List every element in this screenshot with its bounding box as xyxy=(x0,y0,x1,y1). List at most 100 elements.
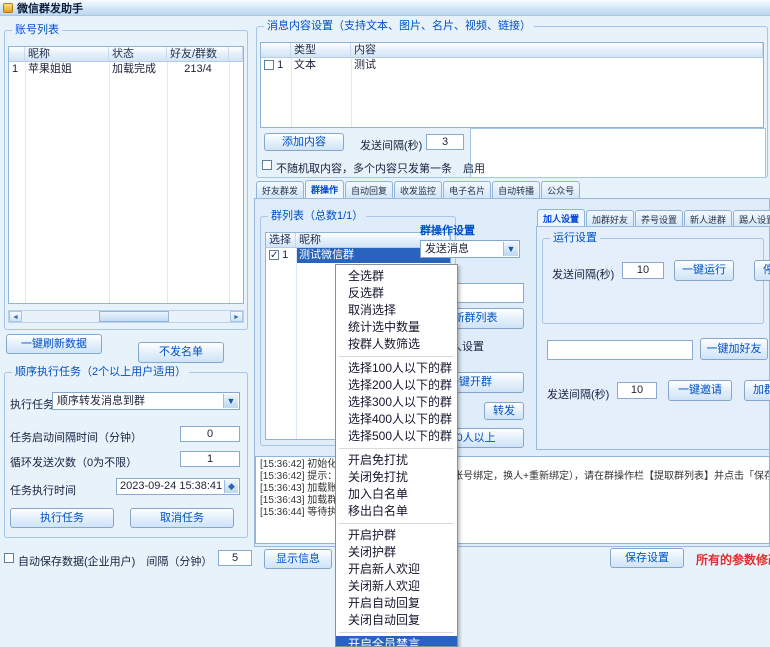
menu-item[interactable]: 选择200人以下的群 xyxy=(336,377,457,394)
menu-item[interactable]: 关闭自动回复 xyxy=(336,612,457,629)
chevron-down-icon[interactable]: ▼ xyxy=(503,242,518,256)
menu-item[interactable]: 关闭护群 xyxy=(336,544,457,561)
content-preview-box[interactable] xyxy=(470,128,766,178)
message-row[interactable]: 1 文本 测试 xyxy=(261,58,763,73)
accounts-hscrollbar[interactable]: ◄ ► xyxy=(8,310,244,323)
main-tab[interactable]: 自动回复 xyxy=(345,181,393,199)
menu-item[interactable]: 关闭免打扰 xyxy=(336,469,457,486)
account-nick: 苹果姐姐 xyxy=(25,62,109,77)
run-interval-input[interactable]: 10 xyxy=(622,262,664,279)
invite-interval-input[interactable]: 10 xyxy=(617,382,657,399)
menu-item[interactable]: 移出白名单 xyxy=(336,503,457,520)
grid-line xyxy=(167,62,168,303)
task-time-input[interactable]: 2023-09-24 15:38:41 ◆ xyxy=(116,478,240,495)
task-interval-label: 任务启动间隔时间（分钟） xyxy=(10,429,142,445)
message-table-header: 类型 内容 xyxy=(261,43,763,58)
title-bar: 微信群发助手 xyxy=(0,0,770,16)
main-tab[interactable]: 收发监控 xyxy=(394,181,442,199)
menu-item[interactable]: 选择100人以下的群 xyxy=(336,360,457,377)
no-random-checkbox[interactable] xyxy=(262,160,272,170)
menu-group-size-filter: 选择100人以下的群选择200人以下的群选择300人以下的群选择400人以下的群… xyxy=(336,360,457,445)
main-tab[interactable]: 群操作 xyxy=(305,180,344,199)
message-groupbox-title: 消息内容设置（支持文本、图片、名片、视频、链接） xyxy=(264,20,534,33)
menu-item[interactable]: 开启护群 xyxy=(336,527,457,544)
menu-item[interactable]: 统计选中数量 xyxy=(336,319,457,336)
task-label: 执行任务 xyxy=(10,396,54,412)
account-status: 加载完成 xyxy=(109,62,167,77)
add-content-button[interactable]: 添加内容 xyxy=(264,133,344,151)
col-type: 类型 xyxy=(291,43,351,57)
invite-button[interactable]: 一键邀请 xyxy=(668,380,732,401)
join-group-button[interactable]: 加群 xyxy=(744,380,770,401)
col-count: 好友/群数 xyxy=(167,47,229,61)
group-rownum: 1 xyxy=(282,249,288,261)
grid-line xyxy=(229,62,230,303)
scroll-left-icon[interactable]: ◄ xyxy=(9,311,22,322)
menu-item[interactable]: 选择400人以下的群 xyxy=(336,411,457,428)
run-button[interactable]: 一键运行 xyxy=(674,260,734,281)
task-dropdown-value: 顺序转发消息到群 xyxy=(57,395,145,407)
accounts-table[interactable]: 昵称 状态 好友/群数 1 苹果姐姐 加载完成 213/4 xyxy=(8,46,244,304)
scroll-thumb[interactable] xyxy=(99,311,169,322)
autosave-interval-input[interactable]: 5 xyxy=(218,550,252,566)
menu-item[interactable]: 关闭新人欢迎 xyxy=(336,578,457,595)
main-tab[interactable]: 好友群发 xyxy=(256,181,304,199)
cancel-task-button[interactable]: 取消任务 xyxy=(130,508,234,528)
menu-item[interactable]: 按群人数筛选 xyxy=(336,336,457,353)
menu-item[interactable]: 开启全员禁言 xyxy=(336,636,457,647)
loop-count-label: 循环发送次数（0为不限） xyxy=(10,454,137,470)
task-time-label: 任务执行时间 xyxy=(10,482,76,498)
task-interval-input[interactable]: 0 xyxy=(180,426,240,442)
main-tab[interactable]: 自动转播 xyxy=(492,181,540,199)
invite-interval-label: 发送间隔(秒) xyxy=(547,386,609,402)
main-tab[interactable]: 公众号 xyxy=(541,181,580,199)
menu-item[interactable]: 取消选择 xyxy=(336,302,457,319)
group-row-checkbox[interactable] xyxy=(269,250,279,260)
menu-item[interactable]: 选择500人以下的群 xyxy=(336,428,457,445)
show-log-button[interactable]: 显示信息 xyxy=(264,549,332,569)
menu-group-mute: 开启免打扰关闭免打扰加入白名单移出白名单 xyxy=(336,452,457,520)
menu-item[interactable]: 开启免打扰 xyxy=(336,452,457,469)
scroll-right-icon[interactable]: ► xyxy=(230,311,243,322)
message-table[interactable]: 类型 内容 1 文本 测试 xyxy=(260,42,764,128)
menu-item[interactable]: 开启自动回复 xyxy=(336,595,457,612)
menu-separator xyxy=(339,448,454,449)
accounts-groupbox-title: 账号列表 xyxy=(12,24,62,37)
save-settings-button[interactable]: 保存设置 xyxy=(610,548,684,568)
datetime-spinner-icon[interactable]: ◆ xyxy=(224,480,238,493)
group-op-dropdown[interactable]: 发送消息 ▼ xyxy=(420,240,520,258)
menu-item[interactable]: 加入白名单 xyxy=(336,486,457,503)
window-title: 微信群发助手 xyxy=(17,0,83,16)
send-interval-label: 发送间隔(秒) xyxy=(360,137,422,153)
message-content: 测试 xyxy=(351,58,763,73)
nosend-list-button[interactable]: 不发名单 xyxy=(138,342,224,363)
log-listbox[interactable]: [15:36:42] 初始化完成[15:36:42] 提示：本软件与设备绑定（硬… xyxy=(255,456,770,544)
forward-button[interactable]: 转发 xyxy=(484,402,524,420)
menu-item[interactable]: 选择300人以下的群 xyxy=(336,394,457,411)
menu-separator xyxy=(339,632,454,633)
autosave-checkbox[interactable] xyxy=(4,553,14,563)
col-group-select: 选择 xyxy=(266,233,296,247)
task-dropdown[interactable]: 顺序转发消息到群 ▼ xyxy=(52,392,240,410)
add-friend-button[interactable]: 一键加好友 xyxy=(700,338,768,360)
chevron-down-icon[interactable]: ▼ xyxy=(223,394,238,408)
menu-item[interactable]: 开启新人欢迎 xyxy=(336,561,457,578)
grid-line xyxy=(109,62,110,303)
friend-id-input[interactable] xyxy=(547,340,693,360)
stop-button[interactable]: 停止 xyxy=(754,260,770,281)
main-tab[interactable]: 电子名片 xyxy=(443,181,491,199)
run-interval-label: 发送间隔(秒) xyxy=(552,266,614,282)
no-random-label: 不随机取内容，多个内容只发第一条 启用 xyxy=(276,160,485,176)
run-task-button[interactable]: 执行任务 xyxy=(10,508,114,528)
refresh-accounts-button[interactable]: 一键刷新数据 xyxy=(6,334,102,354)
loop-count-input[interactable]: 1 xyxy=(180,451,240,467)
message-row-checkbox[interactable] xyxy=(264,60,274,70)
send-interval-input[interactable]: 3 xyxy=(426,134,464,150)
account-row[interactable]: 1 苹果姐姐 加载完成 213/4 xyxy=(9,62,243,77)
message-rownum: 1 xyxy=(277,59,283,71)
menu-item[interactable]: 反选群 xyxy=(336,285,457,302)
sequence-groupbox-title: 顺序执行任务（2个以上用户适用） xyxy=(12,366,189,379)
col-rownum xyxy=(9,47,25,61)
task-time-value: 2023-09-24 15:38:41 xyxy=(120,480,222,492)
menu-item[interactable]: 全选群 xyxy=(336,268,457,285)
